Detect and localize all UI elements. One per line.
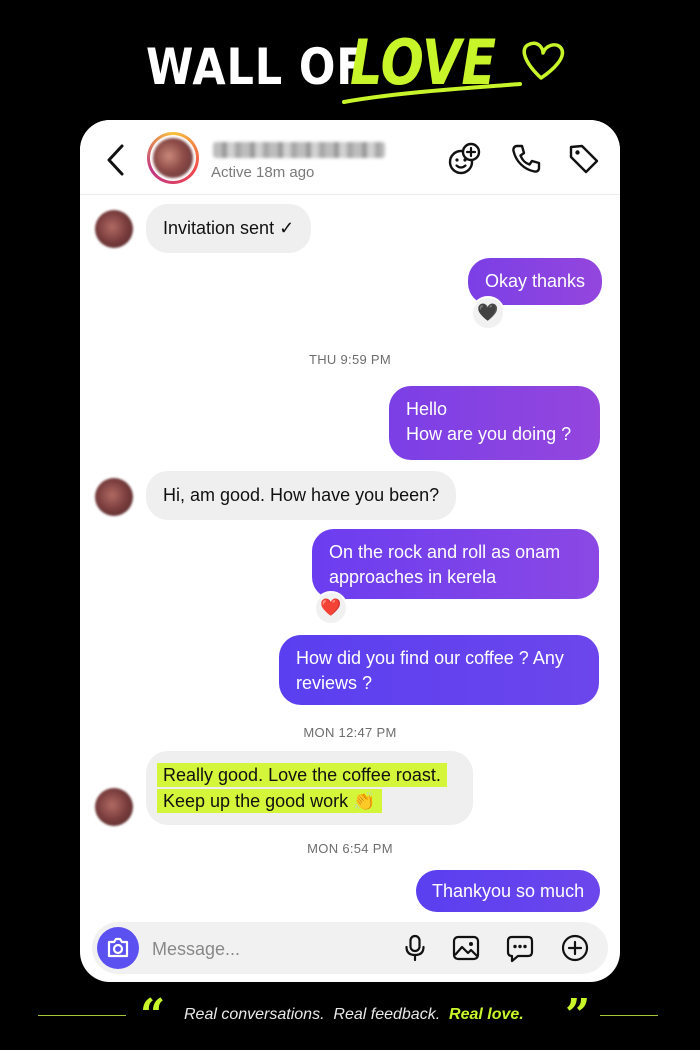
tag-icon[interactable] [566, 141, 602, 177]
message-incoming-feedback: Really good. Love the coffee roast. Keep… [146, 751, 473, 825]
message-composer [92, 922, 608, 974]
footer-text-love: Real love. [449, 1006, 524, 1023]
message-outgoing-coffee-question: How did you find our coffee ? Any review… [279, 635, 599, 705]
footer-text-conversations: Real conversations. [184, 1006, 325, 1023]
footer-text: Real conversations. Real feedback. Real … [184, 1006, 524, 1024]
sender-avatar[interactable] [95, 210, 133, 248]
camera-button[interactable] [97, 927, 139, 969]
gallery-icon[interactable] [451, 933, 481, 963]
chat-more-icon[interactable] [505, 933, 535, 963]
phone-icon[interactable] [508, 141, 544, 177]
message-outgoing-hello: Hello How are you doing ? [389, 386, 600, 460]
chat-header: Active 18m ago [80, 120, 620, 195]
message-line: On the rock and roll as onam [329, 542, 561, 562]
message-incoming-invitation: Invitation sent ✓ [146, 204, 312, 253]
back-chevron-icon[interactable] [102, 142, 128, 178]
message-outgoing-thankyou: Thankyou so much [416, 870, 601, 912]
timestamp-thu: THU 9:59 PM [308, 352, 392, 367]
message-incoming-hi: Hi, am good. How have you been? [146, 471, 457, 520]
open-quote-icon: “ [140, 990, 166, 1041]
black-heart-reaction-icon[interactable]: 🖤 [471, 296, 505, 330]
message-line: How are you doing ? [406, 424, 572, 444]
page-header: WALL OF LOVE [0, 22, 700, 112]
underline-swash [342, 82, 522, 104]
message-input[interactable] [150, 936, 354, 962]
active-status: Active 18m ago [211, 164, 315, 181]
heart-doodle-icon [522, 41, 565, 80]
camera-icon [107, 937, 129, 958]
sender-avatar[interactable] [95, 478, 133, 516]
message-line: approaches in kerela [329, 567, 497, 587]
message-outgoing-onam: On the rock and roll as onam approaches … [312, 529, 599, 599]
microphone-icon[interactable] [400, 933, 430, 963]
contact-avatar[interactable] [147, 132, 199, 184]
sticker-add-icon[interactable] [446, 141, 482, 177]
timestamp-mon-1247: MON 12:47 PM [303, 725, 397, 740]
footer-tagline: “ Real conversations. Real feedback. Rea… [0, 994, 700, 1038]
message-line: How did you find our coffee ? Any [296, 648, 564, 668]
timestamp-mon-654: MON 6:54 PM [307, 841, 393, 856]
highlighted-text: Really good. Love the coffee roast. [157, 763, 447, 787]
plus-circle-icon[interactable] [560, 933, 590, 963]
footer-divider-right [600, 1015, 658, 1016]
red-heart-reaction-icon[interactable]: ❤️ [314, 591, 348, 625]
highlighted-text: Keep up the good work 👏 [157, 789, 382, 813]
footer-text-feedback: Real feedback. [333, 1006, 441, 1023]
headline-decoration [342, 41, 565, 104]
message-line: reviews ? [296, 673, 373, 693]
chat-screen: Active 18m ago Invitation sent ✓ Okay th… [80, 120, 620, 982]
contact-name-redacted[interactable] [213, 142, 385, 158]
footer-divider-left [38, 1015, 126, 1016]
sender-avatar[interactable] [95, 788, 133, 826]
message-line: Hello [406, 399, 448, 419]
close-quote-icon: ” [565, 990, 591, 1041]
